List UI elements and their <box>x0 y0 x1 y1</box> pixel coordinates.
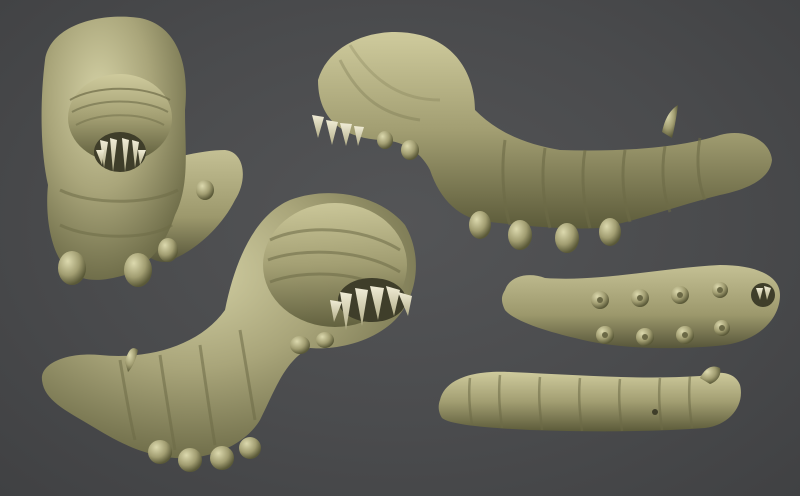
bottom-view-mouth <box>751 283 775 307</box>
side-view-tail-hook <box>662 105 678 138</box>
top-view <box>438 366 741 432</box>
top-view-body <box>438 371 741 432</box>
sculpt-render <box>41 16 780 472</box>
front-view <box>41 16 243 287</box>
render-canvas <box>0 0 800 496</box>
bottom-view <box>501 265 780 349</box>
